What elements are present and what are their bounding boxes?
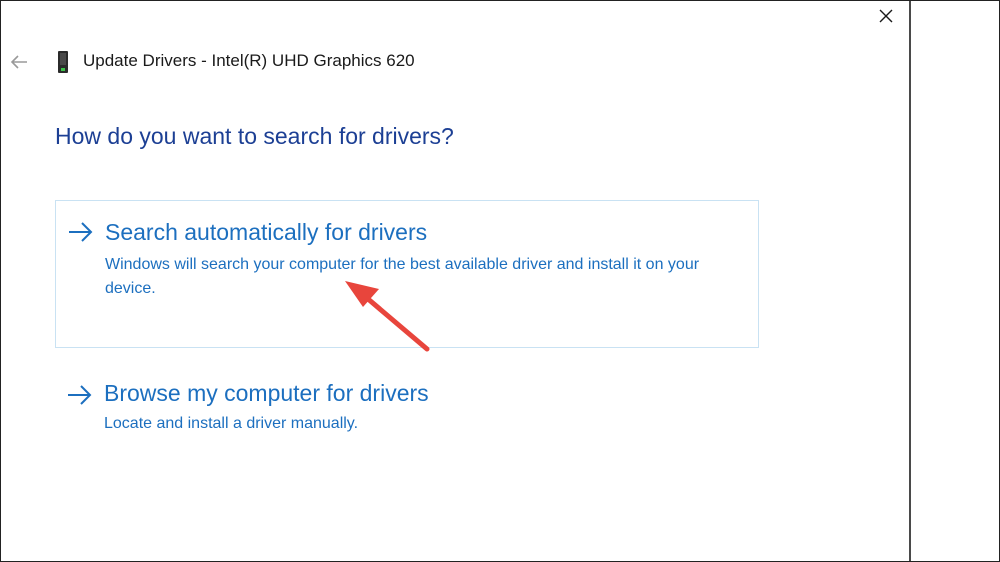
arrow-right-icon [69, 222, 93, 242]
back-button[interactable] [5, 49, 33, 75]
search-automatically-option[interactable]: Search automatically for drivers Windows… [55, 200, 759, 348]
arrow-right-icon [68, 385, 92, 405]
option-title: Search automatically for drivers [105, 219, 428, 245]
close-button[interactable] [867, 1, 905, 31]
close-icon [879, 9, 893, 23]
screenshot-frame: Update Drivers - Intel(R) UHD Graphics 6… [0, 0, 1000, 562]
update-drivers-dialog: Update Drivers - Intel(R) UHD Graphics 6… [1, 1, 911, 561]
page-heading: How do you want to search for drivers? [55, 123, 454, 149]
display-adapter-icon [58, 51, 68, 73]
back-arrow-icon [10, 55, 27, 69]
option-description: Locate and install a driver manually. [104, 415, 359, 432]
option-title: Browse my computer for drivers [104, 380, 429, 406]
option-description: Windows will search your computer for th… [105, 256, 700, 297]
browse-computer-option[interactable]: Browse my computer for drivers Locate an… [55, 367, 757, 447]
background-window-edge [911, 1, 999, 561]
dialog-title: Update Drivers - Intel(R) UHD Graphics 6… [83, 51, 415, 70]
